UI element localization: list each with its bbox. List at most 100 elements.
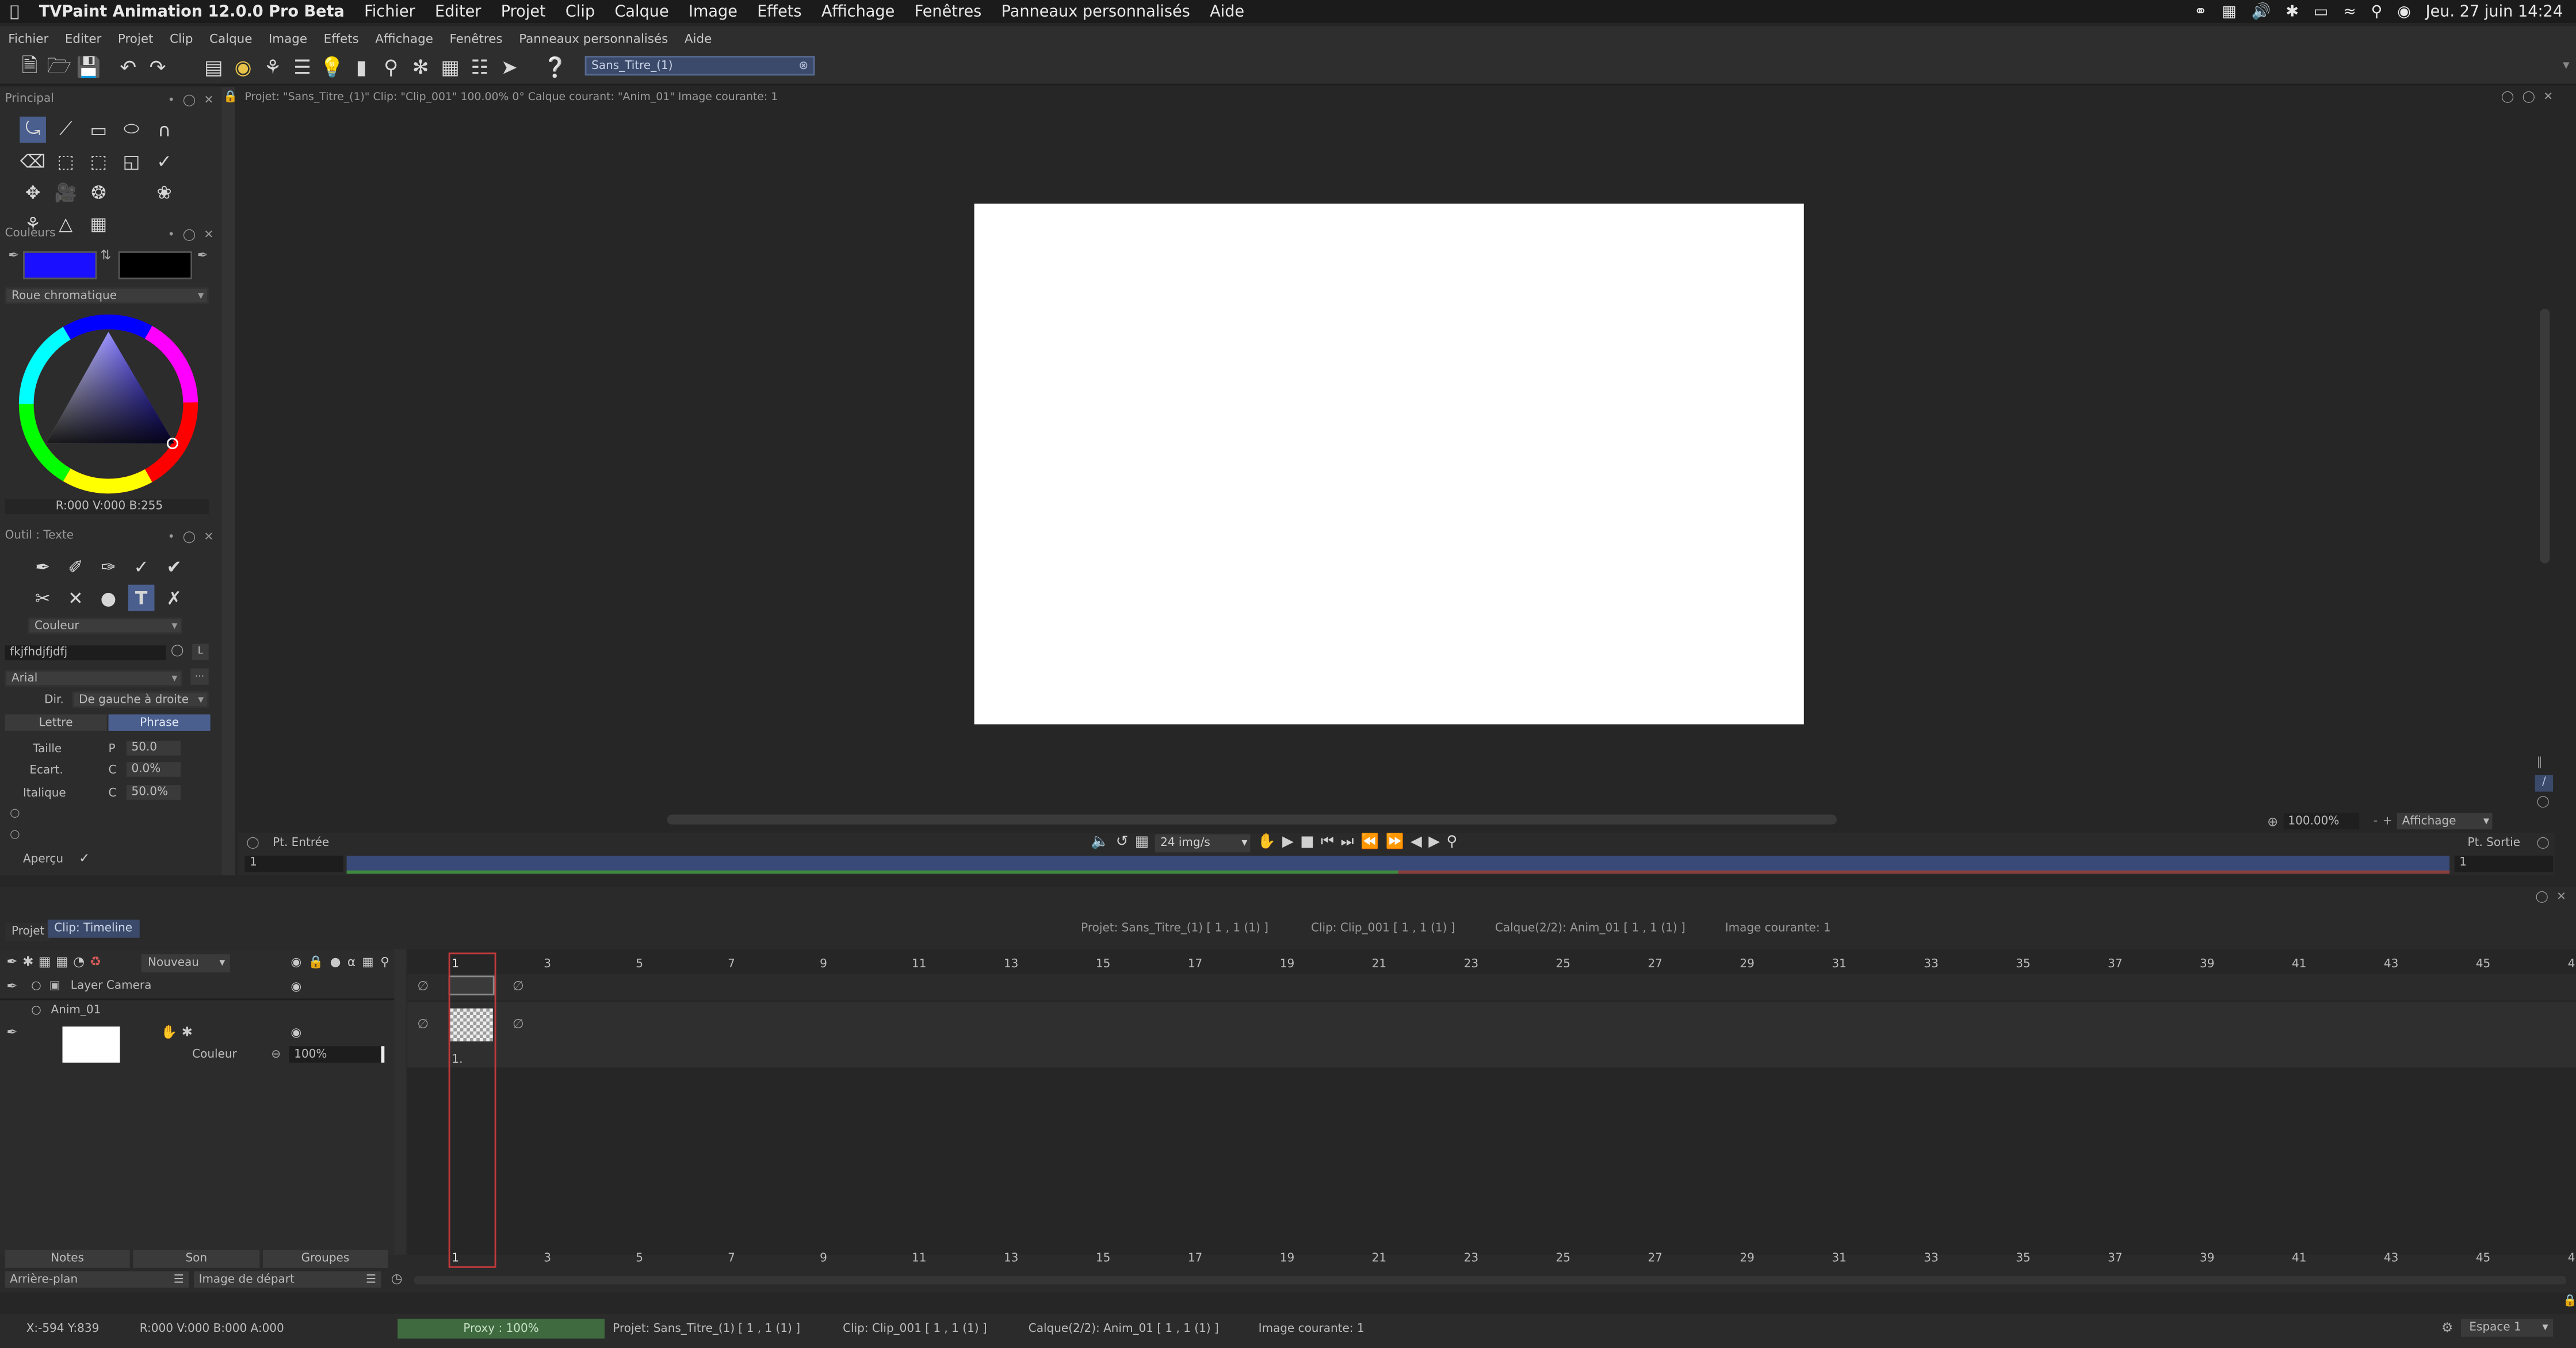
direction-dropdown[interactable]: De gauche à droite ▾ [72,691,209,708]
pin-tool-icon[interactable]: ❂ [86,179,112,205]
play-icon[interactable]: ▶ [1282,834,1294,851]
viewport-menu-icon[interactable]: ◯ [2501,90,2514,104]
tool-color-dropdown[interactable]: Couleur ▾ [28,617,183,634]
camera-visibility-icon[interactable]: ◉ [291,979,301,994]
mask-icon[interactable]: ◔ [73,954,85,969]
phrase-button[interactable]: Phrase [108,714,211,731]
smear-icon[interactable]: ✗ [161,585,188,611]
layer-tools-icon[interactable]: ✋ ✱ [161,1025,193,1040]
timeline-settings-icon[interactable]: ◯ [2535,890,2548,903]
menu-fenetres[interactable]: Fenêtres [441,30,511,45]
marker-brush-icon[interactable]: ✑ [95,553,122,580]
top-frame-number[interactable]: 25 [1556,958,1570,971]
son-button[interactable]: Son [133,1250,260,1268]
mac-menu-projet[interactable]: Projet [491,2,556,20]
bottom-frame-number[interactable]: 41 [2292,1251,2306,1265]
undo-icon[interactable]: ↶ [115,54,142,81]
light-icon[interactable]: 💡 [319,54,345,81]
step-forward-icon[interactable]: ▶ [1428,834,1440,851]
menu-calque[interactable]: Calque [201,30,261,45]
bluetooth-icon[interactable]: ✱ [2285,2,2299,20]
step-back-icon[interactable]: ◀ [1411,834,1422,851]
notes-button[interactable]: Notes [5,1250,130,1268]
top-frame-number[interactable]: 17 [1188,958,1202,971]
layer-list-scrollbar[interactable] [394,949,406,1255]
sound-icon[interactable]: 🔈 [1091,834,1109,851]
color-wheel-icon[interactable]: ◉ [230,54,257,81]
bottom-frame-number[interactable]: 19 [1280,1251,1294,1265]
stats-icon[interactable]: ▦ [2222,2,2237,20]
bottom-frame-number[interactable]: 7 [728,1251,735,1265]
wifi-icon[interactable]: ≈ [2343,2,2356,20]
battery-icon[interactable]: ▭ [2314,2,2329,20]
help-icon[interactable]: ❔ [542,54,568,81]
tool-settings-icon[interactable]: ◯ [183,529,196,547]
proxy-indicator[interactable]: Proxy : 100% [398,1319,605,1339]
primary-color-swatch[interactable] [22,251,97,279]
top-frame-number[interactable]: 35 [2016,958,2030,971]
select-rect-icon[interactable]: ⬚ [52,148,79,174]
top-frame-number[interactable]: 19 [1280,958,1294,971]
visibility-icon[interactable]: ◉ [291,954,301,969]
menu-aide[interactable]: Aide [677,30,720,45]
top-frame-number[interactable]: 23 [1464,958,1478,971]
bottom-frame-number[interactable]: 15 [1096,1251,1110,1265]
top-frame-number[interactable]: 37 [2108,958,2122,971]
text-options-icon[interactable]: ◯ [171,644,184,657]
workspace-icon[interactable]: ⚙ [2441,1320,2453,1335]
menu-fichier[interactable]: Fichier [0,30,57,45]
in-point-icon[interactable]: ◯ [246,836,259,849]
tab-projet[interactable]: Projet [5,923,51,941]
lock-layer-icon[interactable]: 🔒 [308,954,324,969]
curve-tool-icon[interactable]: ∩ [151,117,178,143]
secondary-color-swatch[interactable] [118,251,193,279]
bottom-frame-number[interactable]: 11 [912,1251,926,1265]
zoom-out-icon[interactable]: - [2374,815,2378,828]
toolbox-icon[interactable]: ▤ [200,54,227,81]
color-mode-dropdown[interactable]: Roue chromatique ▾ [5,287,209,304]
search-icon[interactable]: ⚲ [2371,2,2383,20]
groupes-button[interactable]: Groupes [262,1250,388,1268]
zoom-in-icon[interactable]: + [2383,815,2392,828]
puppet-tool-icon[interactable]: ❀ [151,179,178,205]
bottom-frame-number[interactable]: 3 [544,1251,551,1265]
anim-paint-icon[interactable]: ✒ [6,1025,17,1040]
paint-layer-icon[interactable]: ✒ [6,954,17,969]
mac-menu-panneaux[interactable]: Panneaux personnalisés [991,2,1200,20]
marker-icon[interactable]: ⚲ [1446,834,1457,851]
clock-icon[interactable]: ◷ [391,1271,403,1286]
rectangle-tool-icon[interactable]: ▭ [86,117,112,143]
bottom-frame-number[interactable]: 39 [2200,1251,2214,1265]
camera-layer-icon[interactable]: ✒ [6,979,17,994]
text-tool-icon[interactable]: T [128,584,155,611]
fx-icon[interactable]: ✻ [407,54,434,81]
onion-skin-icon[interactable]: ✋ [1258,834,1276,851]
folder-layer-icon[interactable]: ▦ [39,954,51,969]
tool-close-icon[interactable]: ✕ [204,529,213,547]
bottom-frame-number[interactable]: 13 [1004,1251,1018,1265]
left-panel-scrollbar[interactable] [221,87,235,876]
loop-icon[interactable]: ↺ [1116,834,1129,851]
brush-set-icon[interactable]: ⚘ [259,54,286,81]
light-icon[interactable]: ● [330,954,341,969]
top-frame-number[interactable]: 5 [636,958,643,971]
line-tool-icon[interactable]: ⟋ [52,117,79,143]
apple-icon[interactable]:  [0,2,29,20]
fps-dropdown[interactable]: 24 img/s ▾ [1155,833,1251,852]
light-table-icon[interactable]: ✱ [22,954,33,969]
picker-tool-icon[interactable]: ✓ [151,148,178,174]
eyedropper-left-icon[interactable]: ✒ [8,248,19,263]
playback-range-bar[interactable] [346,855,2450,872]
opacity-icon[interactable]: ⊖ [271,1048,281,1061]
layer-anim-name[interactable]: Anim_01 [51,1004,101,1017]
menu-affichage[interactable]: Affichage [367,30,441,45]
send-icon[interactable]: ➤ [496,54,522,81]
grid-icon[interactable]: ▦ [362,954,373,969]
mac-menu-calque[interactable]: Calque [605,2,679,20]
bottom-frame-number[interactable]: 45 [2476,1251,2490,1265]
app-name[interactable]: TVPaint Animation 12.0.0 Pro Beta [29,2,354,20]
menu-editer[interactable]: Editer [57,30,110,45]
top-frame-number[interactable]: 43 [2384,958,2398,971]
camera-tool-icon[interactable]: 🎥 [52,179,79,205]
menu-panneaux[interactable]: Panneaux personnalisés [511,30,677,45]
